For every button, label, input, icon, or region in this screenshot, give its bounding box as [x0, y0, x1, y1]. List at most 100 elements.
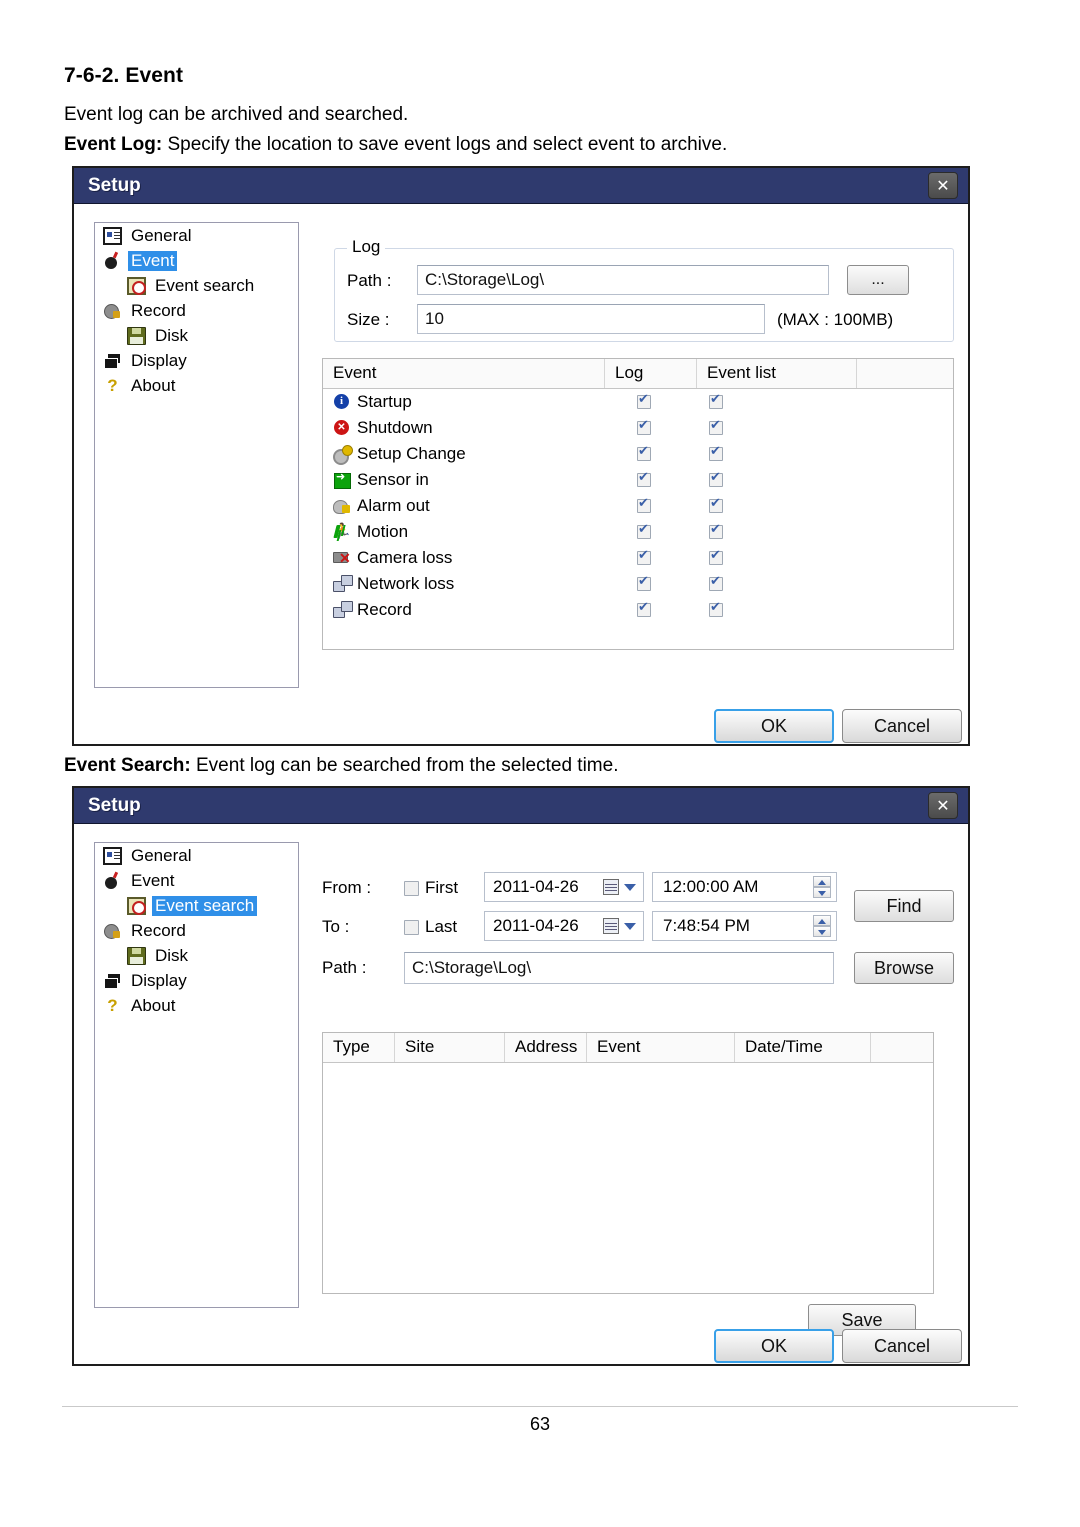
event-list-checkbox[interactable]	[709, 574, 723, 591]
close-icon[interactable]: ✕	[928, 172, 958, 199]
table-row[interactable]: Record	[323, 597, 953, 623]
results-table: Type Site Address Event Date/Time	[322, 1032, 934, 1294]
sidebar-item-display[interactable]: Display	[95, 968, 298, 993]
log-checkbox[interactable]	[637, 418, 651, 435]
sidebar-item-display[interactable]: Display	[95, 348, 298, 373]
sidebar-item-disk[interactable]: Disk	[95, 943, 298, 968]
calendar-icon[interactable]	[603, 879, 619, 895]
first-checkbox-box[interactable]	[404, 880, 419, 896]
ok-button[interactable]: OK	[714, 709, 834, 743]
event-list-checkbox-cell[interactable]	[697, 418, 857, 435]
event-list-checkbox-cell[interactable]	[697, 470, 857, 487]
sidebar-item-label: Event	[128, 250, 178, 271]
sidebar-item-event-search[interactable]: Event search	[95, 893, 298, 918]
from-date-value: 2011-04-26	[493, 877, 579, 896]
to-date-input[interactable]: 2011-04-26	[484, 911, 644, 941]
calendar-icon[interactable]	[603, 918, 619, 934]
event-list-checkbox-cell[interactable]	[697, 574, 857, 591]
log-size-input[interactable]: 10	[417, 304, 765, 334]
log-checkbox[interactable]	[637, 574, 651, 591]
camera-loss-icon	[333, 549, 352, 567]
log-checkbox[interactable]	[637, 444, 651, 461]
log-checkbox-cell[interactable]	[605, 418, 697, 435]
sidebar-item-record[interactable]: Record	[95, 298, 298, 323]
first-checkbox[interactable]: First	[404, 878, 458, 898]
log-checkbox[interactable]	[637, 392, 651, 409]
browse-button[interactable]: Browse	[854, 952, 954, 984]
log-path-browse-button[interactable]: ...	[847, 265, 909, 295]
to-time-input[interactable]: 7:48:54 PM	[652, 911, 837, 941]
find-button[interactable]: Find	[854, 890, 954, 922]
sidebar-item-record[interactable]: Record	[95, 918, 298, 943]
sidebar-item-event-search[interactable]: Event search	[95, 273, 298, 298]
log-checkbox-cell[interactable]	[605, 392, 697, 409]
table-row[interactable]: Startup	[323, 389, 953, 415]
event-list-checkbox[interactable]	[709, 392, 723, 409]
log-checkbox[interactable]	[637, 600, 651, 617]
last-checkbox[interactable]: Last	[404, 917, 457, 937]
last-checkbox-box[interactable]	[404, 919, 419, 935]
cancel-button[interactable]: Cancel	[842, 709, 962, 743]
first-checkbox-label: First	[425, 878, 459, 897]
event-name-label: Motion	[357, 522, 409, 541]
sidebar-item-about[interactable]: ? About	[95, 993, 298, 1018]
table-row[interactable]: Motion	[323, 519, 953, 545]
log-checkbox[interactable]	[637, 522, 651, 539]
event-list-checkbox[interactable]	[709, 470, 723, 487]
chevron-down-icon[interactable]	[624, 923, 636, 930]
log-checkbox[interactable]	[637, 496, 651, 513]
search-path-input[interactable]: C:\Storage\Log\	[404, 952, 834, 984]
from-time-input[interactable]: 12:00:00 AM	[652, 872, 837, 902]
log-checkbox-cell[interactable]	[605, 600, 697, 617]
table-row[interactable]: Setup Change	[323, 441, 953, 467]
table-row[interactable]: Network loss	[323, 571, 953, 597]
event-list-checkbox[interactable]	[709, 522, 723, 539]
from-date-input[interactable]: 2011-04-26	[484, 872, 644, 902]
stepper-down-icon[interactable]	[813, 887, 831, 898]
log-checkbox-cell[interactable]	[605, 470, 697, 487]
stepper-up-icon[interactable]	[813, 915, 831, 926]
event-list-checkbox[interactable]	[709, 418, 723, 435]
event-list-checkbox-cell[interactable]	[697, 444, 857, 461]
event-list-checkbox-cell[interactable]	[697, 496, 857, 513]
log-checkbox[interactable]	[637, 548, 651, 565]
event-name-label: Network loss	[357, 574, 455, 593]
event-list-checkbox[interactable]	[709, 600, 723, 617]
sidebar-item-event[interactable]: Event	[95, 868, 298, 893]
sidebar-item-general[interactable]: General	[95, 843, 298, 868]
sidebar-item-disk[interactable]: Disk	[95, 323, 298, 348]
chevron-down-icon[interactable]	[624, 884, 636, 891]
log-checkbox-cell[interactable]	[605, 444, 697, 461]
log-checkbox-cell[interactable]	[605, 548, 697, 565]
cancel-button[interactable]: Cancel	[842, 1329, 962, 1363]
log-checkbox[interactable]	[637, 470, 651, 487]
stepper-up-icon[interactable]	[813, 876, 831, 887]
stepper-down-icon[interactable]	[813, 926, 831, 937]
dialog2-title: Setup	[88, 795, 141, 816]
event-list-checkbox[interactable]	[709, 496, 723, 513]
log-checkbox-cell[interactable]	[605, 522, 697, 539]
table-row[interactable]: Shutdown	[323, 415, 953, 441]
to-time-stepper[interactable]	[813, 915, 831, 939]
sidebar-item-general[interactable]: General	[95, 223, 298, 248]
event-list-checkbox-cell[interactable]	[697, 392, 857, 409]
event-list-checkbox[interactable]	[709, 548, 723, 565]
event-list-checkbox-cell[interactable]	[697, 600, 857, 617]
sidebar-item-about[interactable]: ? About	[95, 373, 298, 398]
ok-button[interactable]: OK	[714, 1329, 834, 1363]
dialog1-sidebar: General Event Event search Record Disk Displa…	[94, 222, 299, 688]
from-time-stepper[interactable]	[813, 876, 831, 900]
sidebar-item-event[interactable]: Event	[95, 248, 298, 273]
log-checkbox-cell[interactable]	[605, 496, 697, 513]
event-list-checkbox-cell[interactable]	[697, 548, 857, 565]
log-path-input[interactable]: C:\Storage\Log\	[417, 265, 829, 295]
table-row[interactable]: Alarm out	[323, 493, 953, 519]
event-list-checkbox-cell[interactable]	[697, 522, 857, 539]
log-checkbox-cell[interactable]	[605, 574, 697, 591]
table-row[interactable]: Camera loss	[323, 545, 953, 571]
table-row[interactable]: Sensor in	[323, 467, 953, 493]
event-list-checkbox[interactable]	[709, 444, 723, 461]
page-number: 63	[529, 1414, 551, 1434]
close-icon[interactable]: ✕	[928, 792, 958, 819]
event-name-cell: Record	[323, 600, 605, 620]
